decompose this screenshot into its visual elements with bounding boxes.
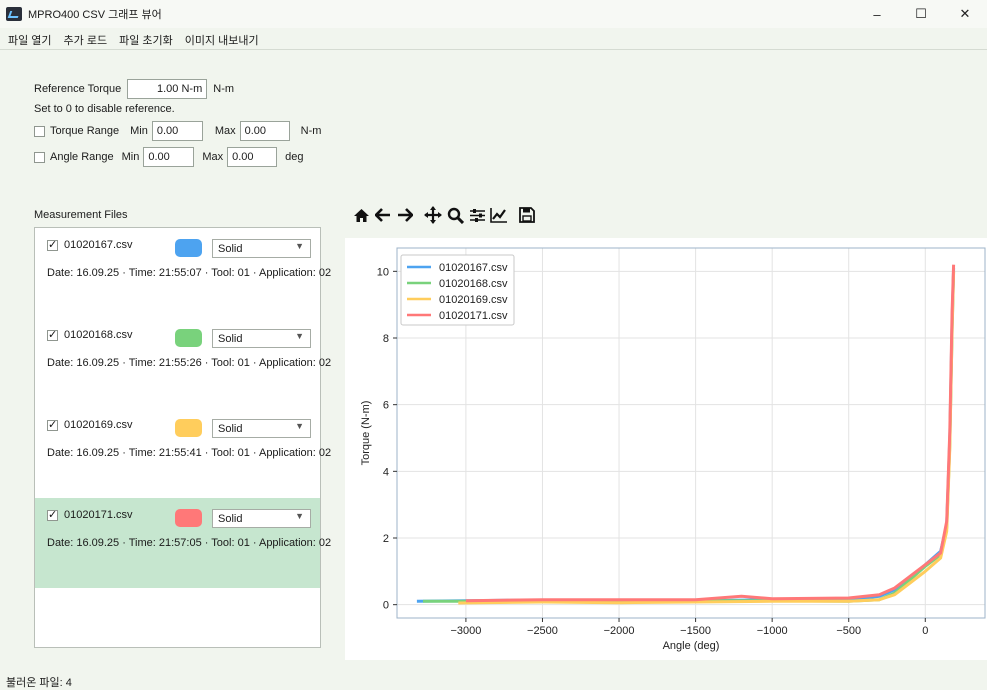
file-color-swatch[interactable] [175,239,202,257]
file-visible-checkbox[interactable] [47,328,58,341]
menu-open-file[interactable]: 파일 열기 [8,32,52,48]
line-style-value: Solid [218,242,243,255]
menu-export-image[interactable]: 이미지 내보내기 [185,32,259,48]
x-tick-label: −2000 [604,625,635,637]
close-button[interactable]: ✕ [943,0,987,28]
file-name: 01020168.csv [64,329,133,341]
edit-axis-icon[interactable] [489,204,509,226]
file-card[interactable]: 01020171.csv Solid ▼ Date: 16.09.25 · Tim… [35,498,331,588]
y-tick-label: 0 [383,600,389,612]
title-bar: MPRO400 CSV 그래프 뷰어 – ☐ ✕ [0,0,987,28]
torque-angle-chart[interactable]: −3000 −2500 −2000 −1500 −1000 −500 0 0 2 4 6 8 10 Ang… [345,238,987,660]
plot-toolbar [351,204,539,226]
chevron-down-icon: ▼ [295,511,304,521]
torque-min-label: Min [130,125,148,137]
chevron-down-icon: ▼ [295,241,304,251]
file-color-swatch[interactable] [175,419,202,437]
reference-torque-input[interactable]: 1.00 N-m [127,79,208,99]
status-bar: 불러온 파일: 4 [6,677,72,689]
y-tick-label: 4 [383,466,389,478]
torque-range-label: Torque Range [50,125,120,137]
legend-entry: 01020169.csv [439,294,508,306]
line-style-value: Solid [218,422,243,435]
measurement-files-label: Measurement Files [34,209,128,221]
file-info: Date: 16.09.25 · Time: 21:55:07 · Tool: … [47,267,332,279]
zoom-icon[interactable] [445,204,465,226]
x-tick-label: −3000 [450,625,481,637]
file-visible-checkbox[interactable] [47,238,58,251]
pan-icon[interactable] [423,204,443,226]
window-controls: – ☐ ✕ [855,0,987,28]
angle-min-label: Min [121,151,140,163]
file-name: 01020171.csv [64,509,133,521]
file-info: Date: 16.09.25 · Time: 21:55:41 · Tool: … [47,447,332,459]
file-name: 01020169.csv [64,419,133,431]
forward-icon[interactable] [395,204,415,226]
legend-entry: 01020171.csv [439,310,508,322]
angle-range-label: Angle Range [50,151,114,163]
torque-range-checkbox[interactable] [34,125,45,137]
menu-reset-files[interactable]: 파일 초기화 [119,32,173,48]
reference-torque-label: Reference Torque [34,83,122,95]
file-color-swatch[interactable] [175,509,202,527]
line-style-select[interactable]: Solid ▼ [212,419,311,438]
legend-entry: 01020168.csv [439,278,508,290]
torque-max-label: Max [214,125,236,137]
angle-max-input[interactable]: 0.00 [227,147,278,167]
minimize-button[interactable]: – [855,0,899,28]
file-color-swatch[interactable] [175,329,202,347]
file-visible-checkbox[interactable] [47,418,58,431]
x-tick-label: 0 [922,625,928,637]
back-icon[interactable] [373,204,393,226]
x-tick-label: −1500 [680,625,711,637]
series-line [465,264,956,603]
configure-subplots-icon[interactable] [467,204,487,226]
angle-range-checkbox[interactable] [34,151,45,163]
y-tick-label: 10 [377,266,389,278]
line-style-select[interactable]: Solid ▼ [212,509,311,528]
file-info: Date: 16.09.25 · Time: 21:57:05 · Tool: … [47,537,332,549]
plot-canvas[interactable]: −3000 −2500 −2000 −1500 −1000 −500 0 0 2 4 6 8 10 Ang… [345,238,987,660]
line-style-select[interactable]: Solid ▼ [212,329,311,348]
line-style-value: Solid [218,332,243,345]
angle-max-label: Max [202,151,224,163]
y-axis-label: Torque (N-m) [360,401,372,466]
y-tick-label: 8 [383,333,389,345]
x-tick-label: −1000 [757,625,788,637]
chevron-down-icon: ▼ [295,331,304,341]
torque-max-input[interactable]: 0.00 [239,121,290,141]
angle-range-unit: deg [285,151,304,163]
torque-min-input[interactable]: 0.00 [151,121,203,141]
file-info: Date: 16.09.25 · Time: 21:55:26 · Tool: … [47,357,332,369]
save-icon[interactable] [517,204,537,226]
y-tick-label: 2 [383,533,389,545]
menu-bar: 파일 열기 추가 로드 파일 초기화 이미지 내보내기 [0,30,987,50]
maximize-button[interactable]: ☐ [899,0,943,28]
file-card[interactable]: 01020167.csv Solid ▼ Date: 16.09.25 · Tim… [35,228,331,318]
line-style-select[interactable]: Solid ▼ [212,239,311,258]
reference-hint: Set to 0 to disable reference. [34,103,175,115]
x-tick-label: −2500 [527,625,558,637]
settings-panel: Reference Torque 1.00 N-m N-m Set to 0 t… [34,78,321,168]
legend-entry: 01020167.csv [439,262,508,274]
series-line [458,271,956,605]
file-name: 01020167.csv [64,239,133,251]
angle-min-input[interactable]: 0.00 [143,147,195,167]
window-title: MPRO400 CSV 그래프 뷰어 [28,9,162,21]
x-tick-label: −500 [836,625,861,637]
torque-range-unit: N-m [300,125,322,137]
file-card[interactable]: 01020169.csv Solid ▼ Date: 16.09.25 · Tim… [35,408,331,498]
file-list[interactable]: 01020167.csv Solid ▼ Date: 16.09.25 · Tim… [34,227,331,648]
home-icon[interactable] [351,204,371,226]
x-axis-label: Angle (deg) [663,640,720,652]
file-card[interactable]: 01020168.csv Solid ▼ Date: 16.09.25 · Tim… [35,318,331,408]
file-visible-checkbox[interactable] [47,508,58,521]
app-chart-icon [6,7,22,21]
reference-torque-unit: N-m [213,83,235,95]
y-tick-label: 6 [383,400,389,412]
chevron-down-icon: ▼ [295,421,304,431]
menu-additional-load[interactable]: 추가 로드 [64,32,108,48]
line-style-value: Solid [218,512,243,525]
